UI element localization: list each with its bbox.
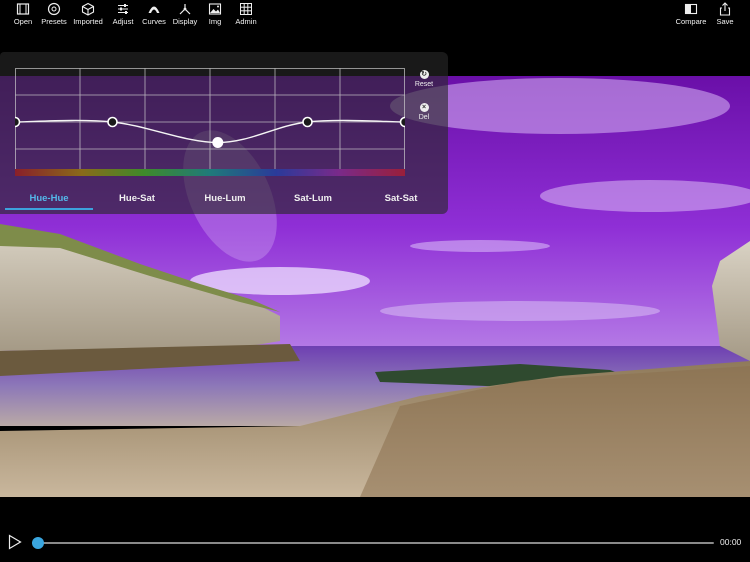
adjust-label: Adjust [112,17,134,26]
reset-label: Reset [414,81,434,88]
tab-sat-sat[interactable]: Sat-Sat [357,190,445,208]
tab-hue-sat[interactable]: Hue-Sat [93,190,181,208]
presets-label: Presets [41,17,67,26]
save-button[interactable]: Save [708,2,742,27]
admin-button[interactable]: Admin [229,2,263,27]
delete-icon: × [419,103,429,112]
curves-label: Curves [142,17,166,26]
display-icon [179,4,191,15]
timeline-track[interactable] [32,542,714,544]
top-toolbar: Open Presets Imported Adjust Curves Disp… [0,0,750,30]
playback-bar: 00:00 [0,497,750,562]
admin-label: Admin [235,17,257,26]
open-button[interactable]: Open [6,2,40,27]
curve-grid [15,68,405,176]
presets-button[interactable]: Presets [37,2,71,27]
reset-icon: ↻ [419,70,429,79]
tab-sat-lum[interactable]: Sat-Lum [269,190,357,208]
timeline-scrubber[interactable] [32,537,44,549]
share-icon [719,2,731,16]
film-icon [16,3,30,15]
reset-button[interactable]: ↻ Reset [409,70,439,88]
curve-mode-tabs: Hue-Hue Hue-Sat Hue-Lum Sat-Lum Sat-Sat [5,190,445,212]
curve-control-point[interactable] [302,116,313,128]
display-button[interactable]: Display [168,2,202,27]
delete-point-button[interactable]: × Del [409,103,439,121]
imported-button[interactable]: Imported [71,2,105,27]
delete-label: Del [418,114,430,121]
cube-icon [81,2,95,16]
img-label: Img [208,17,222,26]
curve-control-point[interactable] [15,116,21,128]
image-icon [208,3,222,15]
compare-label: Compare [675,17,707,26]
adjust-button[interactable]: Adjust [106,2,140,27]
tab-hue-hue[interactable]: Hue-Hue [5,190,93,208]
tab-hue-lum[interactable]: Hue-Lum [181,190,269,208]
curves-icon [148,6,160,13]
time-readout: 00:00 [720,537,742,547]
img-button[interactable]: Img [198,2,232,27]
curve-control-point[interactable] [212,137,224,149]
compare-button[interactable]: Compare [674,2,708,27]
curve-control-point[interactable] [107,116,118,128]
display-label: Display [172,17,198,26]
hue-curve-editor[interactable] [15,68,405,176]
imported-label: Imported [73,17,103,26]
active-tab-indicator [5,208,93,210]
open-label: Open [13,17,33,26]
play-icon[interactable] [8,534,22,550]
compare-icon [684,3,698,15]
sliders-icon [118,4,128,14]
hue-gradient-strip [15,169,405,176]
grid-icon [240,3,252,15]
curves-button[interactable]: Curves [137,2,171,27]
curve-control-point[interactable] [399,116,406,128]
save-label: Save [716,17,734,26]
presets-icon [47,2,61,16]
